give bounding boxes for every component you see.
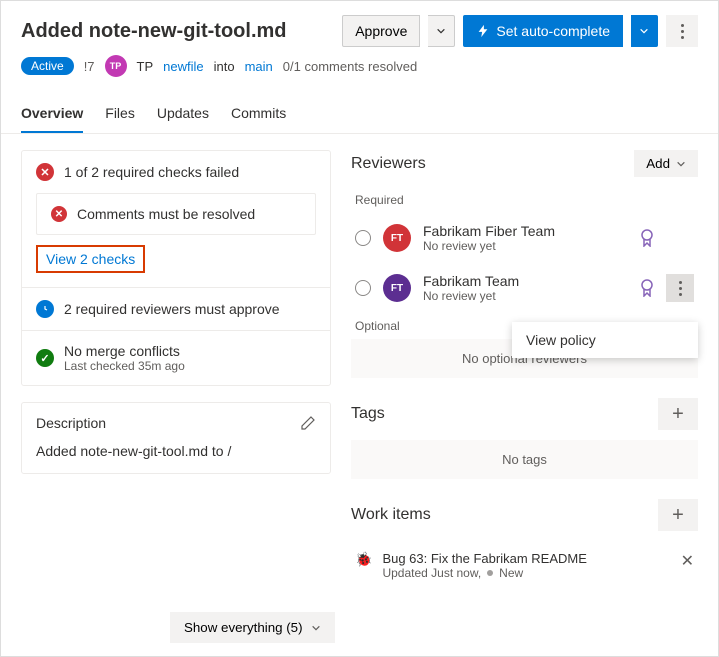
status-badge: Active	[21, 57, 74, 75]
merge-checked-text: Last checked 35m ago	[64, 359, 185, 373]
approve-button[interactable]: Approve	[342, 15, 420, 47]
author-initials: TP	[137, 59, 154, 74]
edit-icon[interactable]	[300, 415, 316, 431]
tab-overview[interactable]: Overview	[21, 97, 83, 133]
reviewer-radio[interactable]	[355, 230, 371, 246]
bug-icon: 🐞	[355, 551, 372, 568]
reviewer-radio[interactable]	[355, 280, 371, 296]
workitem-title[interactable]: Bug 63: Fix the Fabrikam README	[382, 551, 670, 566]
workitem-state: New	[499, 566, 523, 580]
workitem-updated: Updated Just now,	[382, 566, 481, 580]
view-checks-link[interactable]: View 2 checks	[36, 245, 145, 273]
comments-check-text: Comments must be resolved	[77, 206, 255, 222]
tab-commits[interactable]: Commits	[231, 97, 286, 133]
pr-id: !7	[84, 59, 95, 74]
reviewer-name[interactable]: Fabrikam Fiber Team	[423, 223, 628, 239]
page-title: Added note-new-git-tool.md	[21, 20, 334, 43]
reviewers-title: Reviewers	[351, 155, 426, 173]
add-workitem-button[interactable]: +	[658, 499, 698, 531]
target-branch-link[interactable]: main	[245, 59, 273, 74]
reviewer-avatar: FT	[383, 224, 411, 252]
source-branch-link[interactable]: newfile	[163, 59, 203, 74]
approve-dropdown[interactable]	[428, 15, 455, 47]
reviewer-menu-button[interactable]	[666, 274, 694, 302]
more-actions-button[interactable]	[666, 15, 698, 47]
ribbon-icon	[640, 279, 654, 297]
workitems-title: Work items	[351, 506, 431, 524]
into-text: into	[214, 59, 235, 74]
author-avatar: TP	[105, 55, 127, 77]
add-tag-button[interactable]: +	[658, 398, 698, 430]
reviewer-name[interactable]: Fabrikam Team	[423, 273, 628, 289]
add-reviewer-button[interactable]: Add	[634, 150, 698, 177]
checks-card: ✕ 1 of 2 required checks failed ✕ Commen…	[21, 150, 331, 386]
required-label: Required	[351, 187, 698, 213]
reviewer-status: No review yet	[423, 239, 628, 253]
tab-updates[interactable]: Updates	[157, 97, 209, 133]
dots-vertical-icon	[679, 281, 682, 296]
tab-files[interactable]: Files	[105, 97, 135, 133]
description-body: Added note-new-git-tool.md to /	[22, 443, 330, 473]
description-card: Description Added note-new-git-tool.md t…	[21, 402, 331, 474]
error-icon: ✕	[36, 163, 54, 181]
autocomplete-dropdown[interactable]	[631, 15, 658, 47]
merge-status-text: No merge conflicts	[64, 343, 185, 359]
tags-title: Tags	[351, 405, 385, 423]
work-item-row: 🐞 Bug 63: Fix the Fabrikam README Update…	[351, 541, 698, 590]
check-icon: ✓	[36, 349, 54, 367]
error-icon: ✕	[51, 206, 67, 222]
autocomplete-button[interactable]: Set auto-complete	[463, 15, 623, 47]
remove-workitem-button[interactable]: ✕	[681, 551, 694, 571]
view-policy-item[interactable]: View policy	[512, 322, 698, 358]
dots-vertical-icon	[681, 24, 684, 39]
reviewer-status: No review yet	[423, 289, 628, 303]
description-heading: Description	[36, 415, 106, 431]
comments-resolved: 0/1 comments resolved	[283, 59, 417, 74]
reviewer-row: FT Fabrikam Fiber Team No review yet	[351, 213, 698, 263]
clock-icon	[36, 300, 54, 318]
checks-failed-text: 1 of 2 required checks failed	[64, 164, 239, 180]
ribbon-icon	[640, 229, 654, 247]
state-dot-icon	[487, 570, 493, 576]
context-menu: View policy	[512, 322, 698, 358]
reviewer-avatar: FT	[383, 274, 411, 302]
reviewers-required-text: 2 required reviewers must approve	[64, 301, 280, 317]
no-tags: No tags	[351, 440, 698, 479]
reviewer-row: FT Fabrikam Team No review yet	[351, 263, 698, 313]
show-everything-button[interactable]: Show everything (5)	[170, 612, 335, 643]
